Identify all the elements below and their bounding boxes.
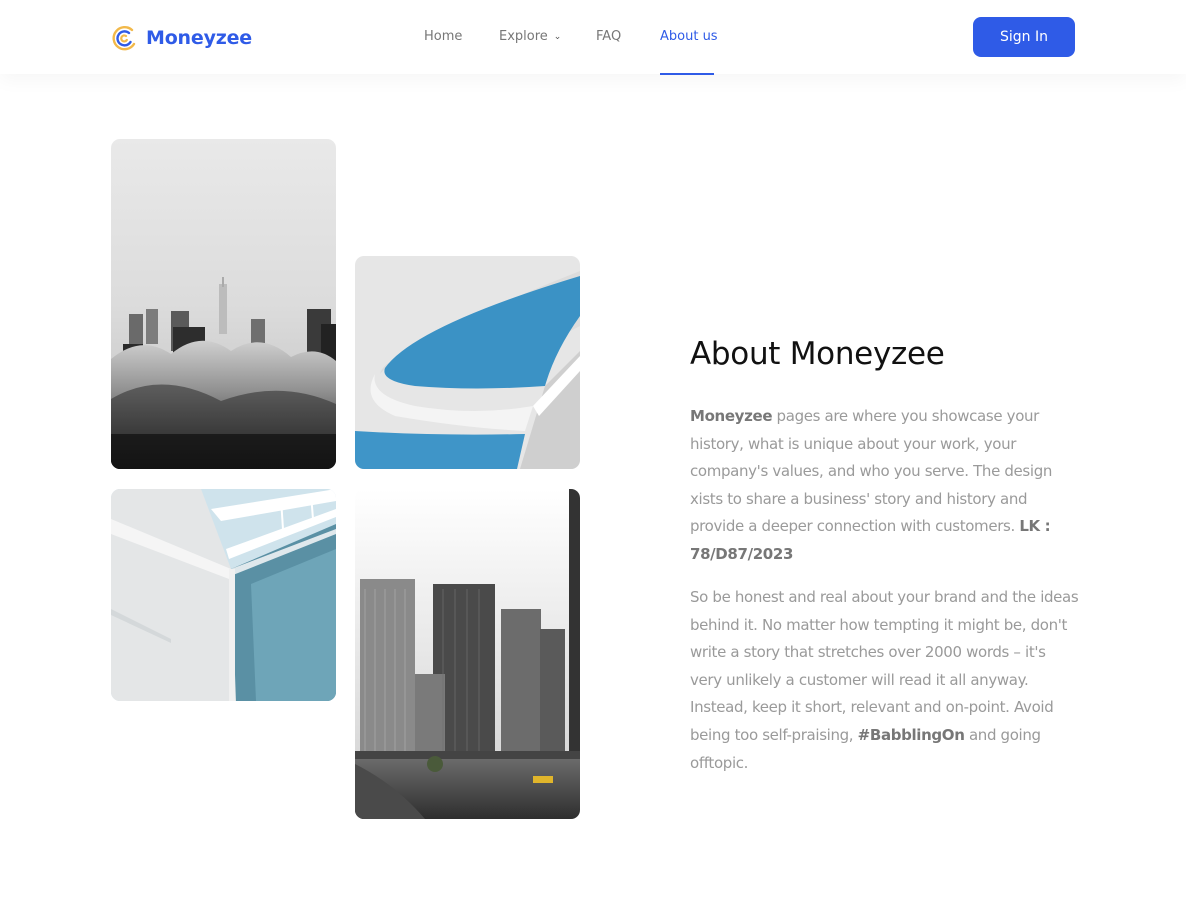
nav-about[interactable]: About us <box>660 29 718 44</box>
about-paragraph-1-text: pages are where you showcase your histor… <box>690 407 1053 536</box>
chevron-down-icon: ⌄ <box>553 32 562 42</box>
glass-balcony-architecture-photo <box>111 489 336 701</box>
nav-home[interactable]: Home <box>424 29 462 44</box>
foggy-city-skyline-photo <box>111 139 336 469</box>
active-nav-indicator <box>660 73 714 75</box>
brand-name: Moneyzee <box>146 27 252 49</box>
city-river-skyscrapers-photo <box>355 489 580 819</box>
about-title: About Moneyzee <box>690 336 945 372</box>
site-header: Moneyzee Home Explore ⌄ FAQ About us Sign… <box>0 0 1186 75</box>
logo[interactable]: Moneyzee <box>110 24 252 52</box>
brand-highlight: Moneyzee <box>690 407 773 425</box>
nav-faq[interactable]: FAQ <box>596 29 621 44</box>
moneyzee-logo-icon <box>112 26 136 51</box>
blue-architecture-image <box>355 256 580 469</box>
foggy-city-image <box>111 139 336 469</box>
about-paragraph-2: So be honest and real about your brand a… <box>690 584 1080 777</box>
hashtag: #BabblingOn <box>857 725 965 744</box>
nav-explore[interactable]: Explore ⌄ <box>499 29 561 44</box>
nav-explore-label: Explore <box>499 29 548 44</box>
glass-balcony-image <box>111 489 336 701</box>
city-river-image <box>355 489 580 819</box>
sign-in-button[interactable]: Sign In <box>973 17 1075 57</box>
about-paragraph-1: Moneyzee pages are where you showcase yo… <box>690 403 1080 569</box>
blue-curved-architecture-photo <box>355 256 580 469</box>
about-paragraph-2-text: So be honest and real about your brand a… <box>690 588 1079 744</box>
